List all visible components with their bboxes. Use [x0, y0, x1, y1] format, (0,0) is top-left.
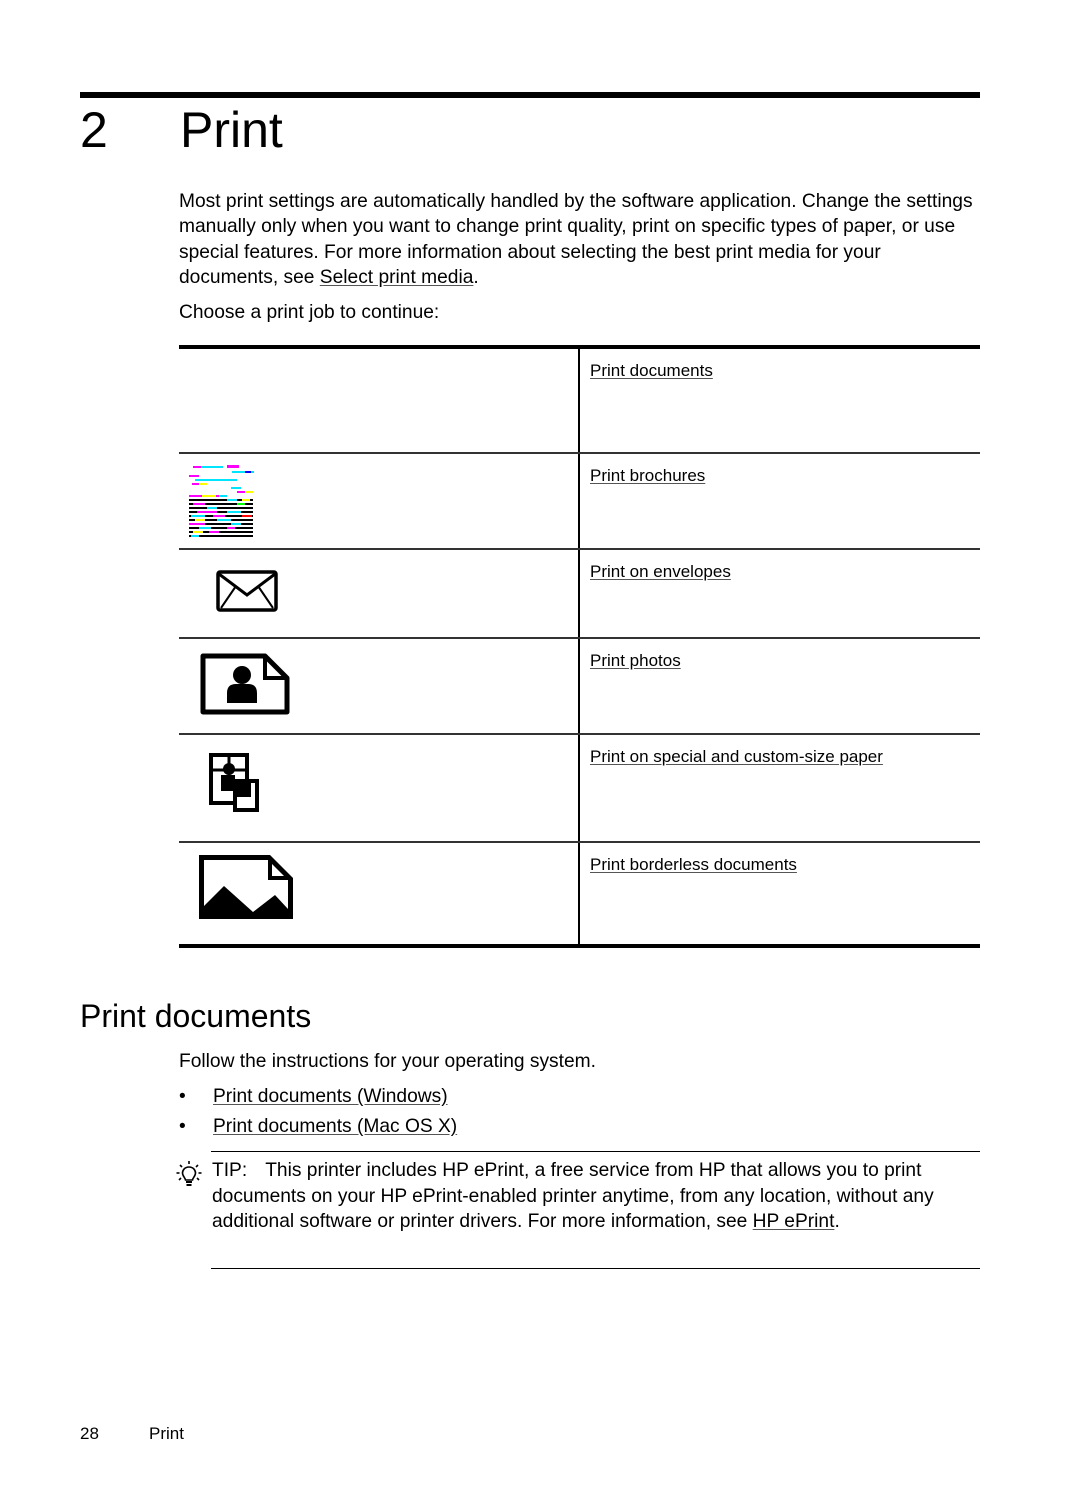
borderless-image-icon	[199, 855, 293, 919]
tip-rule-top	[211, 1151, 980, 1152]
print-borderless-documents-link[interactable]: Print borderless documents	[590, 855, 797, 874]
chapter-title: Print	[180, 102, 283, 158]
link-cell: Print photos	[580, 639, 980, 733]
icon-cell	[179, 454, 580, 548]
print-brochures-link[interactable]: Print brochures	[590, 466, 705, 485]
link-cell: Print documents	[580, 349, 980, 452]
list-item: • Print documents (Windows)	[179, 1084, 457, 1114]
link-cell: Print on envelopes	[580, 550, 980, 637]
table-row: Print documents	[179, 349, 980, 452]
brochure-icon	[189, 465, 254, 537]
print-photos-link[interactable]: Print photos	[590, 651, 681, 670]
select-print-media-link[interactable]: Select print media	[320, 267, 474, 288]
icon-cell	[179, 349, 580, 452]
print-documents-windows-link[interactable]: Print documents (Windows)	[213, 1086, 448, 1107]
tip-label: TIP:	[212, 1160, 248, 1181]
os-instruction: Follow the instructions for your operati…	[179, 1051, 596, 1072]
link-cell: Print borderless documents	[580, 843, 980, 944]
choose-label: Choose a print job to continue:	[179, 302, 440, 323]
custom-size-paper-icon	[209, 753, 259, 812]
print-documents-mac-link[interactable]: Print documents (Mac OS X)	[213, 1116, 457, 1137]
intro-paragraph: Most print settings are automatically ha…	[179, 189, 979, 290]
photo-icon	[200, 653, 290, 715]
tip-paragraph: TIP: This printer includes HP ePrint, a f…	[212, 1158, 980, 1235]
hp-eprint-link[interactable]: HP ePrint	[753, 1211, 835, 1232]
intro-period: .	[473, 266, 479, 288]
link-cell: Print on special and custom-size paper	[580, 735, 980, 841]
table-row: Print photos	[179, 637, 980, 733]
lightbulb-icon	[176, 1161, 202, 1186]
table-row: Print borderless documents	[179, 841, 980, 944]
tip-rule-bottom	[211, 1268, 980, 1269]
section-title: Print documents	[80, 998, 312, 1034]
table-row: Print on special and custom-size paper	[179, 733, 980, 841]
chapter-rule	[80, 92, 980, 98]
table-row: Print brochures	[179, 452, 980, 548]
envelope-icon	[216, 570, 278, 612]
icon-cell	[179, 550, 580, 637]
print-documents-link[interactable]: Print documents	[590, 361, 713, 380]
bullet: •	[179, 1086, 186, 1107]
list-item: • Print documents (Mac OS X)	[179, 1114, 457, 1144]
print-on-envelopes-link[interactable]: Print on envelopes	[590, 562, 731, 581]
tip-period: .	[834, 1211, 840, 1232]
icon-cell	[179, 735, 580, 841]
icon-cell	[179, 639, 580, 733]
link-cell: Print brochures	[580, 454, 980, 548]
print-jobs-table: Print documents Print brochures Print on…	[179, 345, 980, 948]
icon-cell	[179, 843, 580, 944]
intro-text: Most print settings are automatically ha…	[179, 191, 973, 288]
bullet: •	[179, 1116, 186, 1137]
page-number: 28	[80, 1424, 99, 1443]
chapter-number: 2	[80, 102, 108, 158]
os-links-list: • Print documents (Windows) • Print docu…	[179, 1084, 457, 1144]
print-special-custom-paper-link[interactable]: Print on special and custom-size paper	[590, 747, 883, 766]
table-row: Print on envelopes	[179, 548, 980, 637]
footer-chapter-name: Print	[149, 1424, 184, 1443]
